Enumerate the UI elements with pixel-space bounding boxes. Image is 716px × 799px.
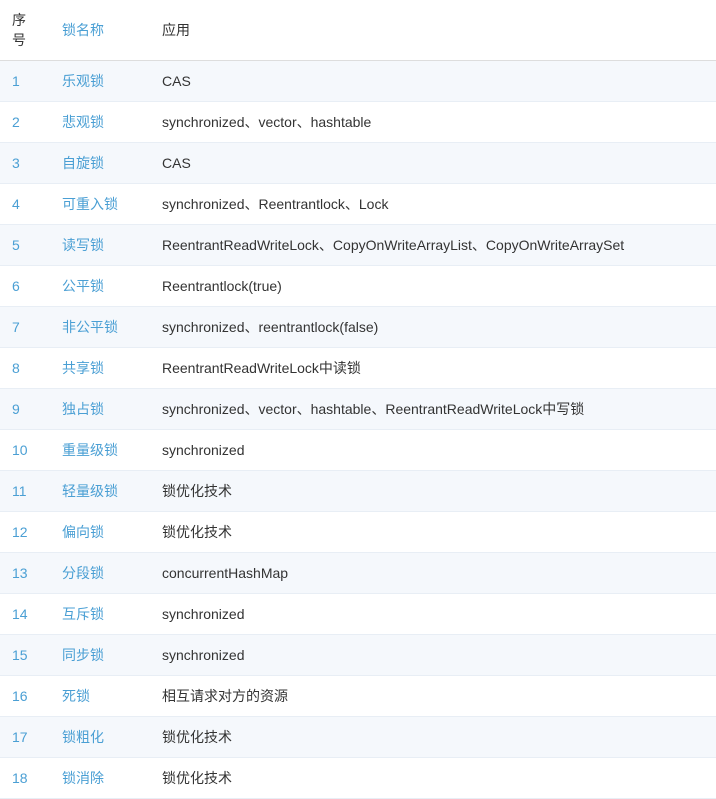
cell-app: 锁优化技术 [150,512,716,553]
cell-app: concurrentHashMap [150,553,716,594]
cell-name: 公平锁 [50,266,150,307]
header-name: 锁名称 [50,0,150,61]
main-container: 序号 锁名称 应用 1乐观锁CAS2悲观锁synchronized、vector… [0,0,716,799]
cell-index: 5 [0,225,50,266]
cell-app: synchronized [150,430,716,471]
cell-app: ReentrantReadWriteLock中读锁 [150,348,716,389]
cell-index: 10 [0,430,50,471]
cell-app: synchronized、vector、hashtable [150,102,716,143]
cell-index: 8 [0,348,50,389]
cell-index: 14 [0,594,50,635]
table-header-row: 序号 锁名称 应用 [0,0,716,61]
cell-app: synchronized [150,594,716,635]
cell-app: CAS [150,143,716,184]
cell-index: 2 [0,102,50,143]
cell-app: 相互请求对方的资源 [150,676,716,717]
cell-index: 15 [0,635,50,676]
cell-name: 偏向锁 [50,512,150,553]
cell-index: 17 [0,717,50,758]
cell-name: 独占锁 [50,389,150,430]
cell-app: CAS [150,61,716,102]
cell-name: 锁粗化 [50,717,150,758]
cell-index: 9 [0,389,50,430]
cell-name: 非公平锁 [50,307,150,348]
cell-index: 13 [0,553,50,594]
table-row: 16死锁相互请求对方的资源 [0,676,716,717]
header-index: 序号 [0,0,50,61]
cell-index: 6 [0,266,50,307]
cell-index: 4 [0,184,50,225]
table-row: 10重量级锁synchronized [0,430,716,471]
cell-index: 1 [0,61,50,102]
header-app: 应用 [150,0,716,61]
table-row: 17锁粗化锁优化技术 [0,717,716,758]
cell-name: 读写锁 [50,225,150,266]
cell-name: 同步锁 [50,635,150,676]
cell-app: synchronized [150,635,716,676]
table-row: 15同步锁synchronized [0,635,716,676]
table-row: 11轻量级锁锁优化技术 [0,471,716,512]
table-row: 13分段锁concurrentHashMap [0,553,716,594]
table-row: 14互斥锁synchronized [0,594,716,635]
table-row: 5读写锁ReentrantReadWriteLock、CopyOnWriteAr… [0,225,716,266]
table-row: 3自旋锁CAS [0,143,716,184]
table-row: 8共享锁ReentrantReadWriteLock中读锁 [0,348,716,389]
cell-app: 锁优化技术 [150,471,716,512]
table-row: 2悲观锁synchronized、vector、hashtable [0,102,716,143]
cell-app: ReentrantReadWriteLock、CopyOnWriteArrayL… [150,225,716,266]
cell-app: synchronized、Reentrantlock、Lock [150,184,716,225]
cell-index: 16 [0,676,50,717]
cell-index: 3 [0,143,50,184]
cell-name: 可重入锁 [50,184,150,225]
table-row: 4可重入锁synchronized、Reentrantlock、Lock [0,184,716,225]
cell-name: 锁消除 [50,758,150,799]
cell-name: 分段锁 [50,553,150,594]
table-row: 9独占锁synchronized、vector、hashtable、Reentr… [0,389,716,430]
cell-name: 轻量级锁 [50,471,150,512]
cell-index: 12 [0,512,50,553]
cell-app: synchronized、reentrantlock(false) [150,307,716,348]
cell-name: 共享锁 [50,348,150,389]
cell-app: synchronized、vector、hashtable、ReentrantR… [150,389,716,430]
cell-index: 7 [0,307,50,348]
cell-name: 死锁 [50,676,150,717]
cell-index: 11 [0,471,50,512]
cell-name: 重量级锁 [50,430,150,471]
table-row: 18锁消除锁优化技术 [0,758,716,799]
table-row: 1乐观锁CAS [0,61,716,102]
table-row: 7非公平锁synchronized、reentrantlock(false) [0,307,716,348]
cell-name: 乐观锁 [50,61,150,102]
cell-name: 互斥锁 [50,594,150,635]
cell-name: 自旋锁 [50,143,150,184]
cell-name: 悲观锁 [50,102,150,143]
cell-index: 18 [0,758,50,799]
cell-app: 锁优化技术 [150,717,716,758]
table-row: 12偏向锁锁优化技术 [0,512,716,553]
table-row: 6公平锁Reentrantlock(true) [0,266,716,307]
cell-app: 锁优化技术 [150,758,716,799]
locks-table: 序号 锁名称 应用 1乐观锁CAS2悲观锁synchronized、vector… [0,0,716,799]
cell-app: Reentrantlock(true) [150,266,716,307]
